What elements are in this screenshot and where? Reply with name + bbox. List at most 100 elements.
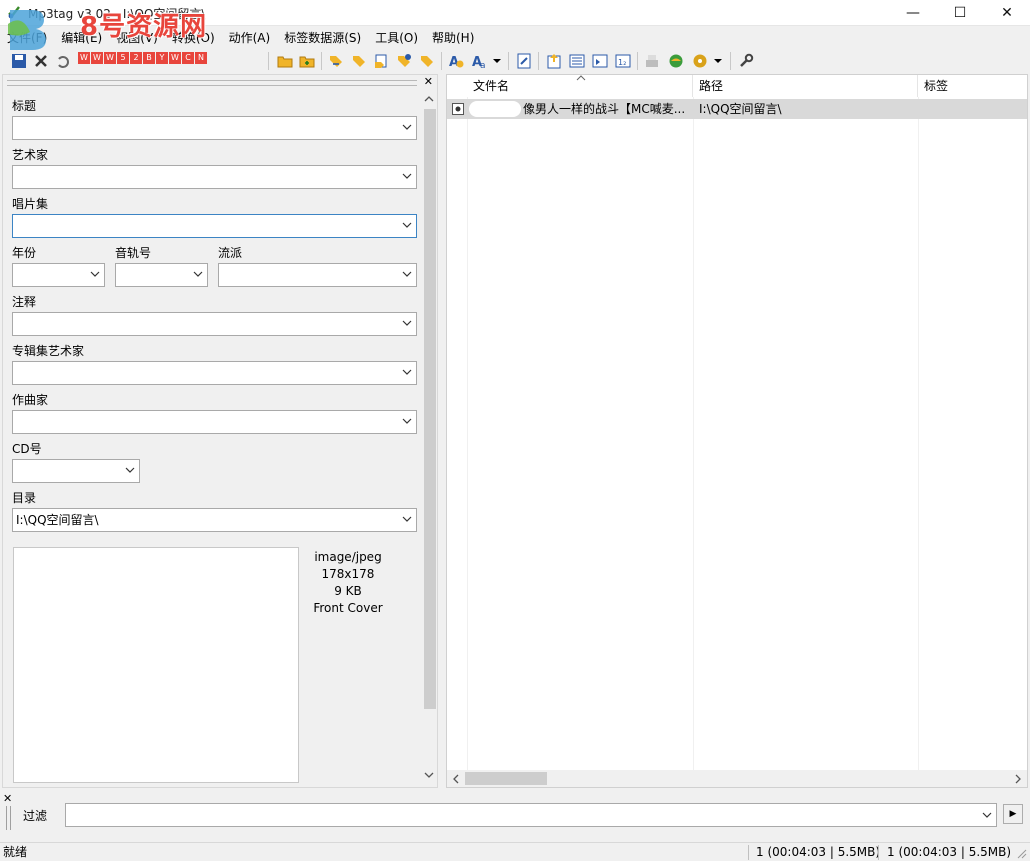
menu-convert[interactable]: 转换(O): [165, 28, 222, 48]
status-ready: 就绪: [3, 845, 28, 859]
column-header-tag[interactable]: 标签: [918, 75, 1027, 97]
chevron-down-icon[interactable]: [402, 171, 412, 181]
disc-label: CD号: [12, 442, 42, 456]
undo-icon[interactable]: [54, 52, 72, 70]
table-row[interactable]: 像男人一样的战斗【MC喊麦... I:\QQ空间留言\: [447, 99, 1027, 119]
edit-tag-icon[interactable]: [515, 52, 533, 70]
resize-grip-icon[interactable]: [1016, 848, 1027, 859]
svg-text:1₂: 1₂: [618, 58, 626, 67]
chevron-down-icon[interactable]: [402, 122, 412, 132]
comment-field[interactable]: [12, 312, 417, 336]
chevron-down-icon[interactable]: [402, 220, 412, 230]
scroll-thumb[interactable]: [424, 109, 436, 709]
discogs-icon[interactable]: [691, 52, 709, 70]
composer-field[interactable]: [12, 410, 417, 434]
menu-tools[interactable]: 工具(O): [368, 28, 425, 48]
directory-field[interactable]: I:\QQ空间留言\: [12, 508, 417, 532]
menu-view[interactable]: 视图(V): [109, 28, 165, 48]
menu-help[interactable]: 帮助(H): [425, 28, 481, 48]
composer-label: 作曲家: [12, 393, 49, 407]
text-file-icon[interactable]: [372, 52, 390, 70]
chevron-down-icon[interactable]: [982, 810, 992, 820]
album-field[interactable]: [12, 214, 417, 238]
font-icon[interactable]: Aa: [470, 52, 488, 70]
menu-file[interactable]: 文件(F): [0, 28, 54, 48]
disc-field[interactable]: [12, 459, 140, 483]
directory-value: I:\QQ空间留言\: [16, 513, 99, 527]
folder-add-icon[interactable]: [298, 52, 316, 70]
chevron-down-icon[interactable]: [402, 416, 412, 426]
delete-icon[interactable]: [32, 52, 50, 70]
tag-to-tag-icon[interactable]: [395, 52, 413, 70]
filter-close-icon[interactable]: ✕: [3, 792, 12, 805]
playlist-icon[interactable]: [568, 52, 586, 70]
scroll-up-icon[interactable]: [424, 95, 434, 103]
export-icon[interactable]: [545, 52, 563, 70]
tag-to-filename-icon[interactable]: [327, 52, 345, 70]
settings-wrench-icon[interactable]: [737, 52, 755, 70]
menu-edit[interactable]: 编辑(E): [54, 28, 109, 48]
chevron-down-icon[interactable]: [402, 367, 412, 377]
close-button[interactable]: ✕: [984, 0, 1030, 26]
column-header-path[interactable]: 路径: [693, 75, 918, 97]
chevron-down-icon[interactable]: [712, 52, 724, 70]
title-label: 标题: [12, 99, 37, 113]
cover-art[interactable]: [13, 547, 299, 783]
mp3tag-app-icon: [8, 6, 20, 19]
web-source-icon[interactable]: [667, 52, 685, 70]
menu-bar: 文件(F) 编辑(E) 视图(V) 转换(O) 动作(A) 标签数据源(S) 工…: [0, 28, 1030, 48]
comment-label: 注释: [12, 295, 37, 309]
chevron-down-icon[interactable]: [402, 514, 412, 524]
chevron-down-icon[interactable]: [193, 269, 203, 279]
menu-tag-sources[interactable]: 标签数据源(S): [277, 28, 368, 48]
year-field[interactable]: [12, 263, 105, 287]
report-icon[interactable]: [591, 52, 609, 70]
folder-open-icon[interactable]: [276, 52, 294, 70]
year-label: 年份: [12, 246, 37, 260]
filter-grip[interactable]: [6, 806, 11, 830]
scroll-down-icon[interactable]: [424, 771, 434, 779]
tag-actions-icon[interactable]: [418, 52, 436, 70]
cover-size: 9 KB: [334, 584, 362, 598]
menu-actions[interactable]: 动作(A): [222, 28, 278, 48]
redacted-blur: [469, 101, 521, 117]
save-icon[interactable]: [10, 52, 28, 70]
tag-panel-close-icon[interactable]: ✕: [424, 75, 433, 88]
album-artist-field[interactable]: [12, 361, 417, 385]
directory-label: 目录: [12, 491, 37, 505]
track-label: 音轨号: [115, 246, 152, 260]
filter-go-button[interactable]: ▶: [1003, 804, 1023, 824]
chevron-down-icon[interactable]: [90, 269, 100, 279]
chevron-down-icon[interactable]: [402, 318, 412, 328]
title-field[interactable]: [12, 116, 417, 140]
file-list: 文件名 路径 标签 像男人一样的战斗【MC喊麦... I:\QQ空间留言\: [446, 74, 1028, 788]
artist-field[interactable]: [12, 165, 417, 189]
cover-type: Front Cover: [313, 601, 383, 615]
album-artist-label: 专辑集艺术家: [12, 344, 85, 358]
maximize-button[interactable]: ☐: [937, 0, 983, 26]
tag-panel-scrollbar[interactable]: [421, 89, 437, 787]
chevron-down-icon[interactable]: [125, 465, 135, 475]
row-path: I:\QQ空间留言\: [699, 102, 782, 116]
file-list-hscrollbar[interactable]: [447, 770, 1027, 787]
cover-dimensions: 178x178: [321, 567, 375, 581]
svg-text:a: a: [480, 61, 486, 70]
panel-grip[interactable]: [7, 80, 417, 86]
album-label: 唱片集: [12, 197, 49, 211]
chevron-down-icon[interactable]: [491, 52, 503, 70]
hscroll-thumb[interactable]: [465, 772, 547, 785]
minimize-button[interactable]: —: [890, 0, 936, 26]
case-convert-icon[interactable]: A: [447, 52, 465, 70]
freedb-icon[interactable]: [643, 52, 661, 70]
filter-input[interactable]: [65, 803, 997, 827]
auto-numbering-icon[interactable]: 1₂: [614, 52, 632, 70]
status-selected: 1 (00:04:03 | 5.5MB): [756, 845, 881, 859]
track-field[interactable]: [115, 263, 208, 287]
genre-field[interactable]: [218, 263, 417, 287]
scroll-left-icon[interactable]: [452, 774, 460, 784]
status-total: 1 (00:04:03 | 5.5MB): [887, 845, 1012, 859]
chevron-down-icon[interactable]: [402, 269, 412, 279]
filename-to-tag-icon[interactable]: [350, 52, 368, 70]
scroll-right-icon[interactable]: [1014, 774, 1022, 784]
audio-file-icon: [452, 103, 464, 115]
